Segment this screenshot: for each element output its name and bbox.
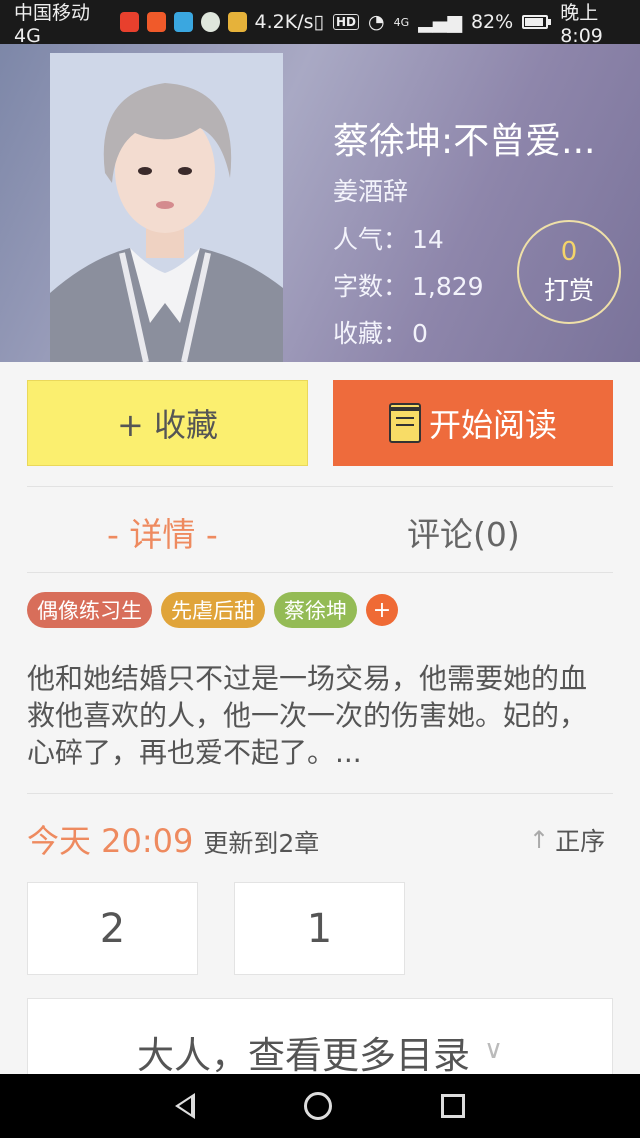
- book-header: 蔡徐坤:不曾爱... 姜酒辞 人气： 14 字数： 1,829 收藏： 0 0 打赏: [0, 44, 640, 362]
- tab-comments[interactable]: 评论(0): [407, 508, 520, 556]
- divider: [27, 793, 613, 794]
- tab-details[interactable]: - 详情 -: [107, 508, 218, 556]
- update-time: 今天 20:09: [27, 822, 194, 860]
- system-nav-bar: [0, 1074, 640, 1138]
- stat-label: 字数：: [333, 272, 409, 301]
- favorites-stat: 收藏： 0: [333, 314, 428, 350]
- sort-order-toggle[interactable]: ↑ 正序: [529, 822, 605, 858]
- tip-button[interactable]: 0 打赏: [517, 220, 621, 324]
- status-bar: 中国移动4G 4.2K/s ▯ HD ◔ 4G ▂▄▆ 82% 晚上8:09: [0, 0, 640, 47]
- wechat-icon: [200, 12, 220, 32]
- popularity-stat: 人气： 14: [333, 220, 444, 256]
- tip-label: 打赏: [543, 276, 594, 305]
- play-icon: [173, 12, 193, 32]
- tip-count: 0: [560, 237, 578, 267]
- update-info: 今天 20:09 更新到2章: [27, 816, 319, 862]
- tag-chip[interactable]: 蔡徐坤: [274, 592, 357, 628]
- book-title: 蔡徐坤:不曾爱...: [333, 121, 596, 162]
- chevron-down-icon: ∨: [483, 1035, 504, 1065]
- tag-chip[interactable]: 偶像练习生: [27, 592, 152, 628]
- tag-chip[interactable]: 先虐后甜: [161, 592, 265, 628]
- arrow-up-icon: ↑: [529, 826, 550, 854]
- divider: [27, 572, 613, 573]
- battery-percent: 82%: [470, 11, 514, 33]
- start-reading-label: 开始阅读: [428, 406, 557, 444]
- update-chapter: 更新到2章: [203, 829, 320, 858]
- view-more-catalog-button[interactable]: 大人，查看更多目录 ∨: [27, 998, 613, 1074]
- tag-list: 偶像练习生 先虐后甜 蔡徐坤 +: [27, 592, 398, 628]
- stat-value: 14: [412, 225, 444, 254]
- app-icon: [146, 12, 166, 32]
- chapter-item[interactable]: 1: [234, 882, 405, 975]
- carrier-label: 中国移动4G: [14, 1, 91, 47]
- sort-order-label: 正序: [555, 827, 606, 856]
- stat-value: 1,829: [412, 272, 484, 301]
- wifi-icon: ◔: [368, 11, 385, 33]
- add-favorite-button[interactable]: + 收藏: [27, 380, 308, 466]
- book-cover-image: [50, 53, 283, 362]
- book-icon: [388, 403, 421, 443]
- network-type: 4G: [393, 15, 410, 29]
- word-count-stat: 字数： 1,829: [333, 267, 484, 303]
- clock: 晚上8:09: [560, 1, 603, 47]
- network-speed: 4.2K/s: [254, 11, 314, 33]
- signal-icon: ▂▄▆: [418, 11, 462, 33]
- app-icon: [119, 12, 139, 32]
- book-synopsis[interactable]: 他和她结婚只不过是一场交易，他需要她的血救他喜欢的人，他一次一次的伤害她。妃的，…: [27, 660, 613, 771]
- divider: [27, 486, 613, 487]
- hd-icon: HD: [332, 14, 359, 30]
- book-author[interactable]: 姜酒辞: [333, 172, 408, 208]
- add-tag-button[interactable]: +: [366, 594, 398, 626]
- battery-icon: [522, 15, 552, 29]
- stat-label: 收藏：: [333, 319, 409, 348]
- vibrate-icon: ▯: [313, 11, 324, 33]
- stat-label: 人气：: [333, 225, 409, 254]
- view-more-label: 大人，查看更多目录: [136, 1034, 470, 1074]
- recent-apps-icon[interactable]: [441, 1094, 466, 1118]
- chapter-item[interactable]: 2: [27, 882, 198, 975]
- stat-value: 0: [412, 319, 428, 348]
- start-reading-button[interactable]: 开始阅读: [333, 380, 613, 466]
- back-icon[interactable]: [174, 1093, 195, 1119]
- app-icon: [227, 12, 247, 32]
- home-icon[interactable]: [303, 1092, 332, 1120]
